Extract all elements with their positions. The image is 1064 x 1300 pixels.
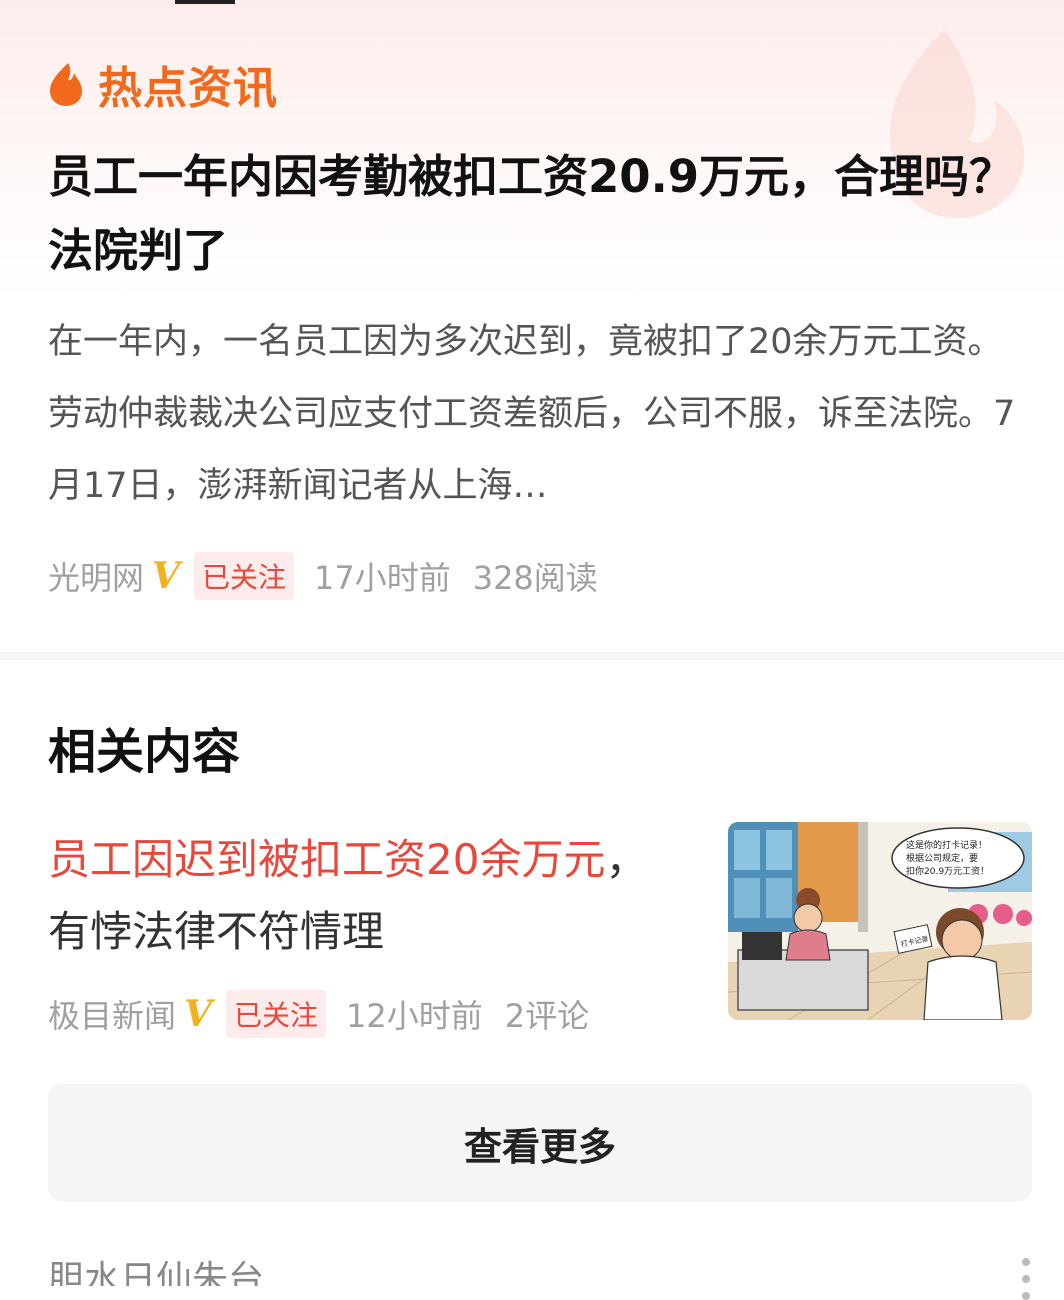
status-notch [175, 0, 235, 4]
related-source-name[interactable]: 极目新闻 [48, 991, 176, 1037]
related-section-title: 相关内容 [48, 724, 241, 780]
read-count: 328阅读 [472, 559, 598, 597]
bubble-line-2: 根据公司规定，要 [906, 852, 978, 864]
related-publish-time: 12小时前 [345, 997, 483, 1035]
related-article-title[interactable]: 员工因迟到被扣工资20余万元，有悖法律不符情理 [48, 824, 668, 968]
cartoon-illustration: 这是你的打卡记录！ 根据公司规定，要 扣你20.9万元工资！ 打卡记录 [728, 822, 1032, 1020]
bubble-line-1: 这是你的打卡记录！ [906, 839, 987, 851]
related-article-thumbnail[interactable]: 这是你的打卡记录！ 根据公司规定，要 扣你20.9万元工资！ 打卡记录 [728, 822, 1032, 1020]
article-meta: 光明网 V 已关注 17小时前 328阅读 [48, 552, 598, 600]
section-divider [0, 652, 1064, 660]
page: 热点资讯 员工一年内因考勤被扣工资20.9万元，合理吗？法院判了 在一年内，一名… [0, 0, 1064, 1300]
next-section-title-partial: 胆水日仙朱台 [48, 1259, 265, 1286]
flame-icon [50, 63, 82, 106]
bubble-line-3: 扣你20.9万元工资！ [906, 865, 989, 877]
publish-time: 17小时前 [313, 559, 451, 597]
article-headline[interactable]: 员工一年内因考勤被扣工资20.9万元，合理吗？法院判了 [48, 140, 1028, 288]
hot-news-header: 热点资讯 [48, 52, 278, 116]
view-more-button[interactable]: 查看更多 [48, 1084, 1032, 1202]
comment-count: 2评论 [504, 997, 590, 1035]
follow-status-badge[interactable]: 已关注 [193, 552, 294, 600]
related-title-highlight: 员工因迟到被扣工资20余万元 [48, 835, 606, 884]
verified-icon: V [152, 555, 180, 597]
verified-icon: V [184, 993, 212, 1035]
hot-news-label: 热点资讯 [98, 63, 278, 114]
source-name[interactable]: 光明网 [48, 553, 144, 599]
article-summary[interactable]: 在一年内，一名员工因为多次迟到，竟被扣了20余万元工资。劳动仲裁裁决公司应支付工… [48, 306, 1020, 522]
more-options-icon[interactable] [1022, 1258, 1032, 1300]
related-article-meta: 极目新闻 V 已关注 12小时前 2评论 [48, 990, 589, 1038]
follow-status-badge[interactable]: 已关注 [225, 990, 326, 1038]
